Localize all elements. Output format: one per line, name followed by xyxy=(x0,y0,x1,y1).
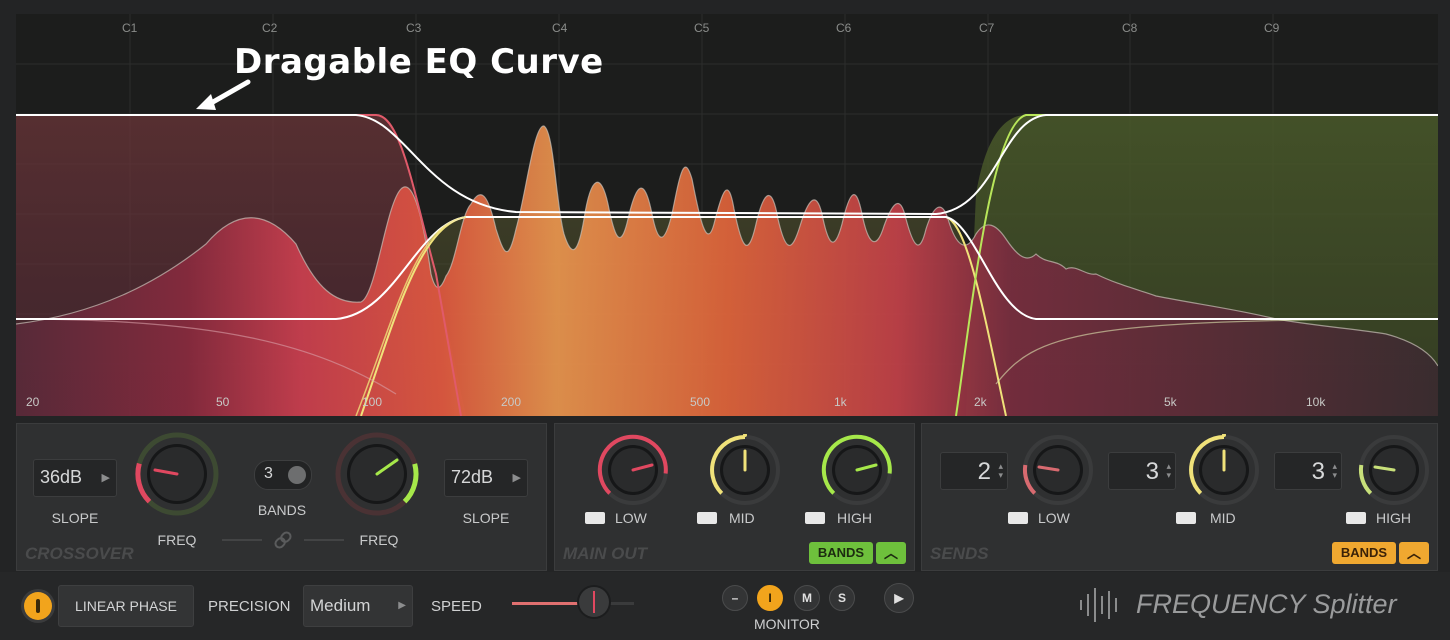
slope-left-value: 36dB xyxy=(40,467,83,487)
freq-right-label: FREQ xyxy=(359,532,399,548)
annotation-arrow-icon xyxy=(196,79,251,110)
note-label: C4 xyxy=(552,21,568,35)
main-out-low-knob[interactable] xyxy=(597,434,669,506)
sends-panel: 2 ▴ ▾ LOW 3 ▴ ▾ MID 3 ▴ ▾ HIGH BANDS ︿ S… xyxy=(921,423,1438,571)
send-high-value-box[interactable]: 3 ▴ ▾ xyxy=(1274,452,1342,490)
eq-display[interactable]: C1 C2 C3 C4 C5 C6 C7 C8 C9 20 50 100 200… xyxy=(16,14,1438,416)
chevron-right-icon: ▶ xyxy=(398,600,406,611)
freq-label: 1k xyxy=(834,395,847,409)
note-label: C7 xyxy=(979,21,995,35)
chevron-up-icon[interactable]: ︿ xyxy=(876,542,906,564)
slope-left-select[interactable]: 36dB ▶ xyxy=(33,459,117,497)
linear-phase-button[interactable]: LINEAR PHASE xyxy=(58,585,194,627)
freq-right-knob[interactable] xyxy=(335,432,419,516)
note-label: C9 xyxy=(1264,21,1280,35)
play-icon[interactable]: ▶ xyxy=(884,583,914,613)
send-high-knob[interactable] xyxy=(1358,434,1430,506)
spinner-icon[interactable]: ▴ ▾ xyxy=(1332,462,1337,480)
main-out-bands-button[interactable]: BANDS xyxy=(809,542,873,564)
main-out-low-label: LOW xyxy=(615,510,647,526)
monitor-m-button[interactable]: M xyxy=(794,585,820,611)
freq-label: 2k xyxy=(974,395,987,409)
speed-slider-track[interactable] xyxy=(512,602,634,605)
freq-label: 100 xyxy=(362,395,383,409)
crossover-panel: 36dB ▶ SLOPE FREQ 3 BANDS FREQ 72dB ▶ SL… xyxy=(16,423,547,571)
chevron-up-icon[interactable]: ︿ xyxy=(1399,542,1429,564)
slope-right-label: SLOPE xyxy=(462,510,510,526)
main-out-panel: LOW MID HIGH BANDS ︿ MAIN OUT xyxy=(554,423,915,571)
send-high-value: 3 xyxy=(1311,458,1325,485)
spinner-icon[interactable]: ▴ ▾ xyxy=(998,462,1003,480)
bands-value: 3 xyxy=(264,465,273,482)
note-label: C8 xyxy=(1122,21,1138,35)
send-low-label: LOW xyxy=(1038,510,1070,526)
bands-label: BANDS xyxy=(257,502,307,518)
freq-label: 500 xyxy=(690,395,711,409)
chevron-right-icon: ▶ xyxy=(512,472,521,484)
freq-left-knob[interactable] xyxy=(135,432,219,516)
send-mid-toggle[interactable] xyxy=(1176,512,1196,524)
main-out-high-toggle[interactable] xyxy=(805,512,825,524)
annotation-text: Dragable EQ Curve xyxy=(234,42,604,82)
main-out-mid-knob[interactable] xyxy=(709,434,781,506)
note-label: C6 xyxy=(836,21,852,35)
bands-toggle[interactable]: 3 xyxy=(254,460,312,490)
main-out-high-knob[interactable] xyxy=(821,434,893,506)
freq-label: 10k xyxy=(1306,395,1326,409)
precision-value: Medium xyxy=(310,596,371,615)
chevron-right-icon: ▶ xyxy=(101,472,110,484)
frequency-splitter-plugin: C1 C2 C3 C4 C5 C6 C7 C8 C9 20 50 100 200… xyxy=(0,0,1450,640)
send-low-knob[interactable] xyxy=(1022,434,1094,506)
slope-right-value: 72dB xyxy=(451,467,494,487)
freq-label: 20 xyxy=(26,395,40,409)
monitor-i-button[interactable]: I xyxy=(757,585,783,611)
link-icon[interactable] xyxy=(222,530,344,550)
note-label: C2 xyxy=(262,21,278,35)
sends-bands-button[interactable]: BANDS xyxy=(1332,542,1396,564)
send-low-value: 2 xyxy=(977,458,991,485)
send-high-label: HIGH xyxy=(1376,510,1411,526)
monitor-label: MONITOR xyxy=(754,616,820,632)
note-label: C3 xyxy=(406,21,422,35)
waveform-logo-icon xyxy=(1080,588,1117,622)
precision-label: PRECISION xyxy=(208,598,291,615)
slope-right-select[interactable]: 72dB ▶ xyxy=(444,459,528,497)
freq-label: 200 xyxy=(501,395,522,409)
send-mid-value: 3 xyxy=(1145,458,1159,485)
freq-left-label: FREQ xyxy=(157,532,197,548)
send-high-toggle[interactable] xyxy=(1346,512,1366,524)
send-mid-value-box[interactable]: 3 ▴ ▾ xyxy=(1108,452,1176,490)
send-mid-knob[interactable] xyxy=(1188,434,1260,506)
precision-select[interactable]: Medium ▶ xyxy=(303,585,413,627)
brand-logo: FREQUENCY Splitter xyxy=(1136,589,1397,619)
main-out-mid-toggle[interactable] xyxy=(697,512,717,524)
eq-graph[interactable] xyxy=(16,14,1438,416)
send-low-value-box[interactable]: 2 ▴ ▾ xyxy=(940,452,1008,490)
freq-label: 50 xyxy=(216,395,230,409)
slope-left-label: SLOPE xyxy=(51,510,99,526)
main-out-title: MAIN OUT xyxy=(563,544,648,563)
sends-title: SENDS xyxy=(930,544,989,563)
note-label: C5 xyxy=(694,21,710,35)
bands-toggle-thumb[interactable] xyxy=(288,466,306,484)
power-icon[interactable] xyxy=(24,592,52,620)
main-out-high-label: HIGH xyxy=(837,510,872,526)
main-out-low-toggle[interactable] xyxy=(585,512,605,524)
monitor-s-button[interactable]: S xyxy=(829,585,855,611)
speed-label: SPEED xyxy=(431,598,482,615)
spinner-icon[interactable]: ▴ ▾ xyxy=(1166,462,1171,480)
send-mid-label: MID xyxy=(1210,510,1236,526)
monitor-minus-button[interactable]: – xyxy=(722,585,748,611)
speed-slider-thumb[interactable] xyxy=(579,587,609,617)
send-low-toggle[interactable] xyxy=(1008,512,1028,524)
crossover-title: CROSSOVER xyxy=(25,544,134,563)
main-out-mid-label: MID xyxy=(729,510,755,526)
note-label: C1 xyxy=(122,21,138,35)
freq-label: 5k xyxy=(1164,395,1177,409)
